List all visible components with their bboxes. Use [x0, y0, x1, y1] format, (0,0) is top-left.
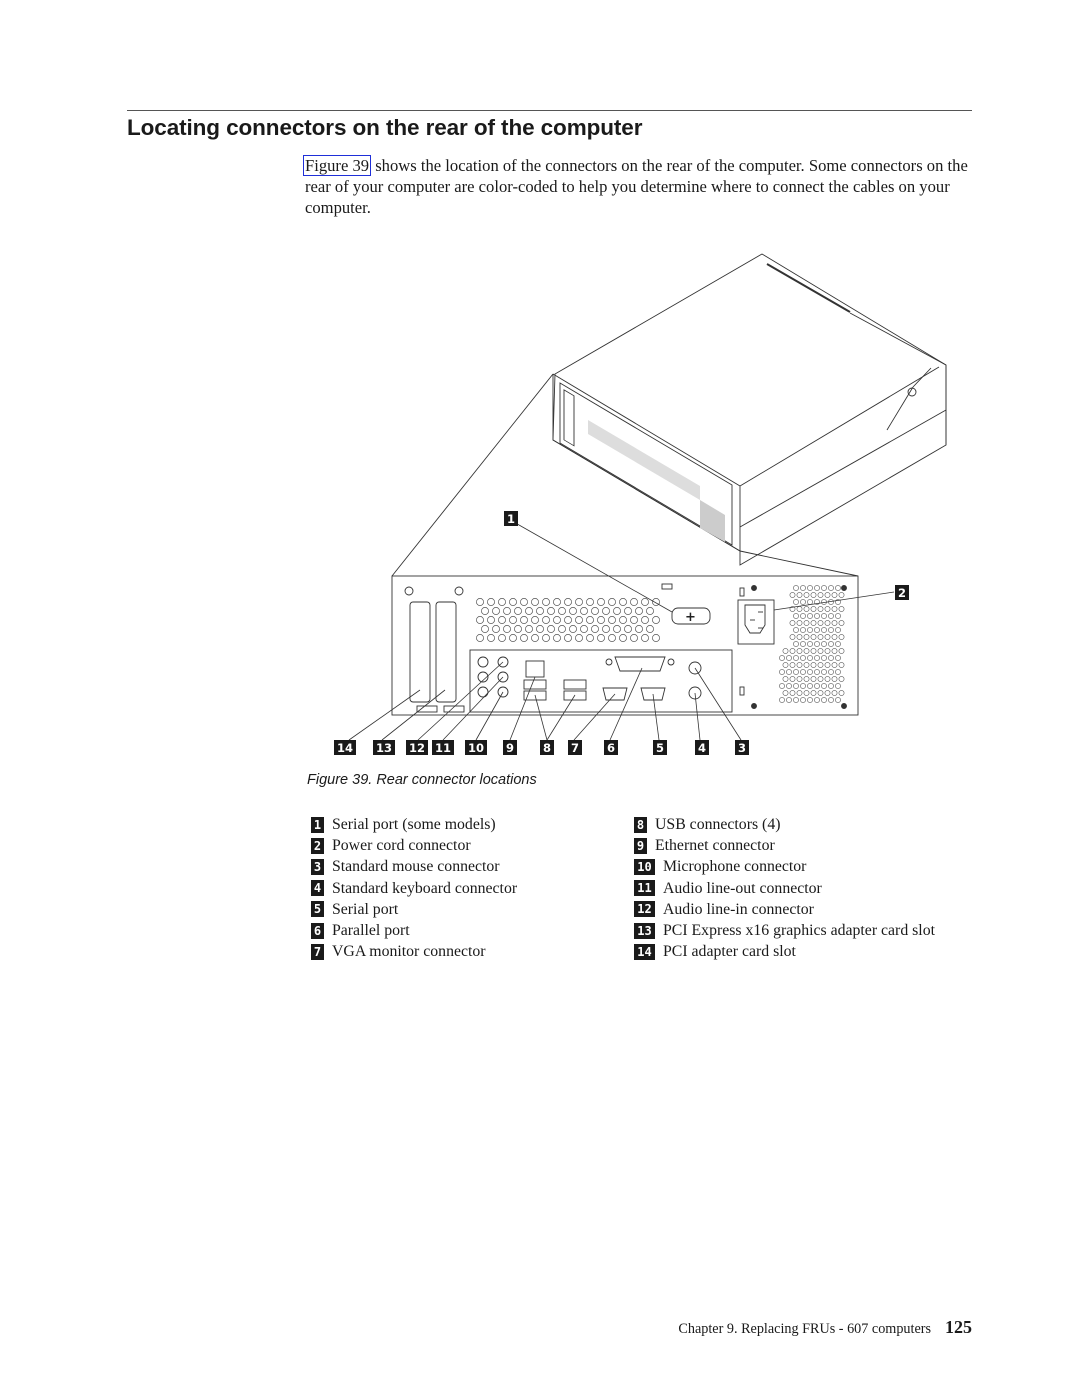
callout-number: 9: [634, 837, 647, 854]
callout-number: 10: [634, 858, 655, 875]
callout-number: 3: [311, 858, 324, 875]
legend-label: Standard mouse connector: [332, 858, 500, 876]
intro-paragraph: Figure 39 shows the location of the conn…: [303, 155, 975, 218]
callout-number: 7: [311, 943, 324, 960]
legend-left: 1 Serial port (some models) 2 Power cord c…: [311, 814, 517, 962]
legend-item: 14 PCI adapter card slot: [634, 941, 935, 962]
callout-label-13: 13: [376, 741, 392, 755]
rear-panel: +: [391, 575, 859, 716]
callout-label-8: 8: [543, 741, 551, 755]
figure-39-link[interactable]: Figure 39: [303, 155, 372, 176]
callout-label-5: 5: [656, 741, 664, 755]
callout-number: 6: [311, 922, 324, 939]
callout-label-1: 1: [507, 512, 515, 526]
callout-label-4: 4: [698, 741, 706, 755]
svg-text:+: +: [685, 610, 696, 625]
callout-label-3: 3: [738, 741, 746, 755]
intro-text: shows the location of the connectors on …: [305, 156, 968, 217]
legend-right: 8 USB connectors (4) 9 Ethernet connector …: [634, 814, 935, 962]
legend-item: 5 Serial port: [311, 899, 517, 920]
page-number: 125: [945, 1317, 972, 1337]
callout-number: 4: [311, 880, 324, 897]
callout-label-14: 14: [337, 741, 353, 755]
computer-case-iso: [552, 253, 947, 566]
callout-label-9: 9: [506, 741, 514, 755]
section-title: Locating connectors on the rear of the c…: [127, 115, 643, 140]
callout-number: 13: [634, 922, 655, 939]
callout-label-6: 6: [607, 741, 615, 755]
legend-item: 1 Serial port (some models): [311, 814, 517, 835]
legend-item: 12 Audio line-in connector: [634, 899, 935, 920]
callout-number: 8: [634, 816, 647, 833]
callout-label-2: 2: [898, 586, 906, 600]
legend-label: Audio line-in connector: [663, 900, 814, 918]
legend-label: Audio line-out connector: [663, 879, 822, 897]
projection-line-right: [739, 550, 859, 577]
callout-label-7: 7: [571, 741, 579, 755]
legend-label: PCI Express x16 graphics adapter card sl…: [663, 921, 935, 939]
legend-label: VGA monitor connector: [332, 943, 486, 961]
callout-number: 11: [634, 880, 655, 897]
legend-label: Parallel port: [332, 921, 410, 939]
callout-label-10: 10: [468, 741, 484, 755]
callout-label-11: 11: [435, 741, 451, 755]
page-footer: Chapter 9. Replacing FRUs - 607 computer…: [600, 1317, 972, 1338]
legend-item: 9 Ethernet connector: [634, 835, 935, 856]
legend-label: Serial port (some models): [332, 816, 496, 833]
legend-item: 13 PCI Express x16 graphics adapter card …: [634, 920, 935, 941]
callout-number: 1: [311, 816, 324, 833]
projection-line-left: [391, 373, 554, 577]
legend-item: 7 VGA monitor connector: [311, 941, 517, 962]
rear-connector-figure: + 1 2 14 13 12 11 10 9 8 7 6 5 4 3: [320, 250, 960, 770]
legend-item: 10 Microphone connector: [634, 856, 935, 877]
legend-label: Ethernet connector: [655, 837, 775, 855]
legend-label: Serial port: [332, 900, 399, 918]
legend-item: 2 Power cord connector: [311, 835, 517, 856]
legend-item: 4 Standard keyboard connector: [311, 878, 517, 899]
callout-number: 5: [311, 901, 324, 918]
computer-illustration: + 1214 13 12 11 10 9 8 7 6 5 4 3: [334, 253, 947, 755]
legend-label: Microphone connector: [663, 858, 807, 876]
legend-label: Standard keyboard connector: [332, 879, 518, 897]
callout-number: 14: [634, 943, 655, 960]
footer-chapter: Chapter 9. Replacing FRUs - 607 computer…: [678, 1321, 931, 1337]
legend-label: PCI adapter card slot: [663, 943, 796, 961]
callout-label-12: 12: [409, 741, 425, 755]
callout-number: 12: [634, 901, 655, 918]
figure-caption: Figure 39. Rear connector locations: [307, 772, 537, 788]
legend-label: Power cord connector: [332, 837, 471, 855]
legend-label: USB connectors (4): [655, 816, 781, 833]
legend-item: 11 Audio line-out connector: [634, 878, 935, 899]
legend-item: 6 Parallel port: [311, 920, 517, 941]
legend-item: 8 USB connectors (4): [634, 814, 935, 835]
header-rule: [127, 110, 972, 111]
callout-number: 2: [311, 837, 324, 854]
legend-item: 3 Standard mouse connector: [311, 856, 517, 877]
